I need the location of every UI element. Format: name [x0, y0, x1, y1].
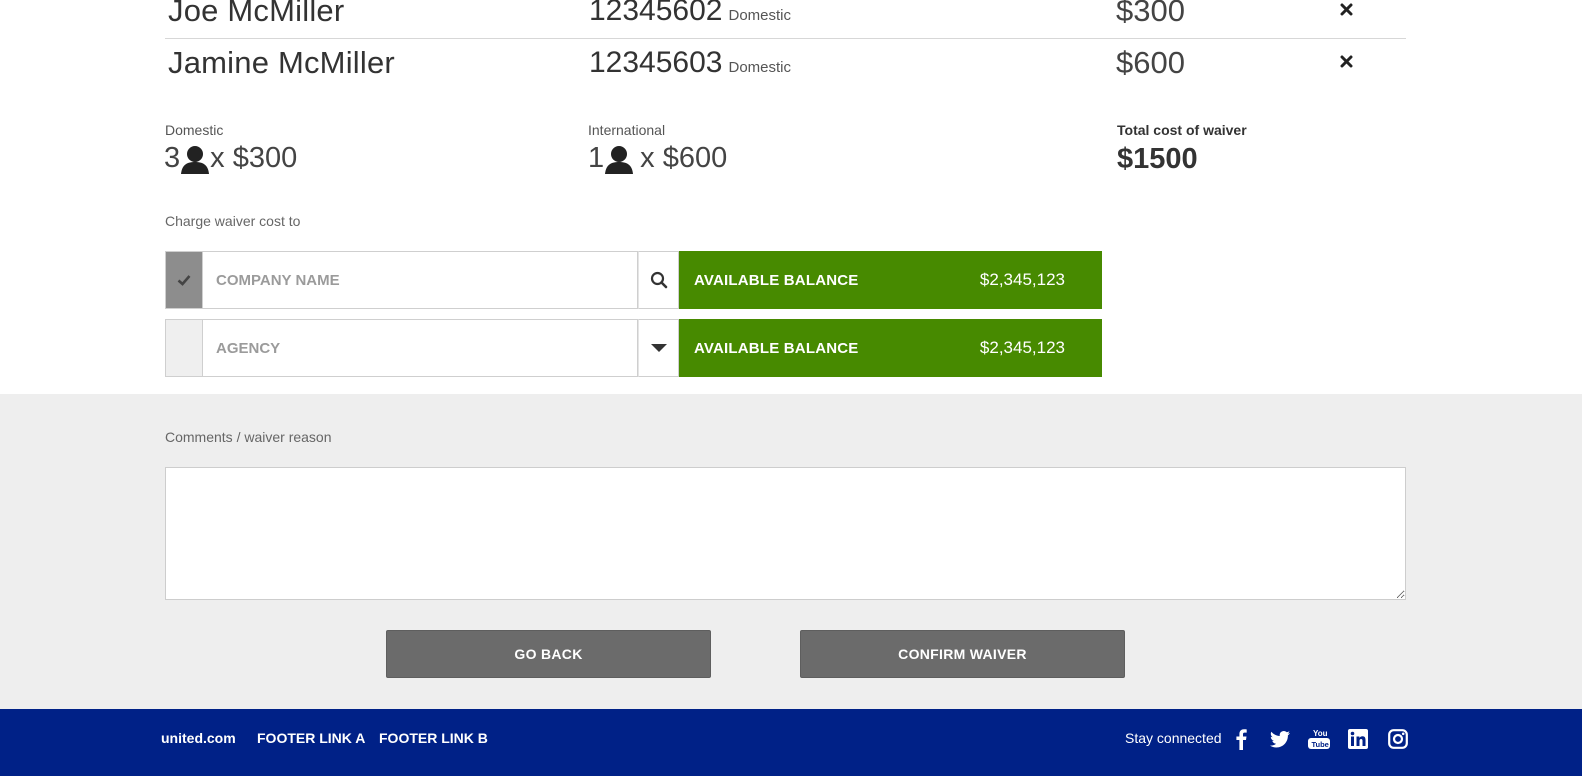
domestic-label: Domestic	[165, 122, 224, 138]
passenger-price: $300	[1116, 0, 1185, 28]
remove-passenger-button[interactable]	[1335, 50, 1357, 72]
company-name-input[interactable]	[214, 270, 637, 290]
passenger-name: Joe McMiller	[168, 0, 345, 28]
footer-link-a[interactable]: FOOTER LINK A	[257, 730, 365, 746]
balance-value: $2,345,123	[979, 338, 1065, 357]
balance-value: $2,345,123	[979, 270, 1065, 289]
domestic-count: 3	[164, 142, 181, 174]
youtube-link[interactable]: You Tube	[1307, 727, 1331, 751]
facebook-link[interactable]	[1229, 727, 1253, 751]
checkmark-icon	[177, 275, 191, 286]
footer-link-b[interactable]: FOOTER LINK B	[379, 730, 488, 746]
facebook-icon	[1236, 729, 1247, 750]
instagram-icon	[1388, 729, 1408, 749]
balance-label: AVAILABLE BALANCE	[694, 271, 859, 289]
close-icon	[1340, 3, 1352, 15]
go-back-button[interactable]: GO BACK	[386, 630, 711, 678]
svg-text:Tube: Tube	[1312, 740, 1329, 749]
stay-connected-label: Stay connected	[1125, 730, 1222, 746]
passenger-number: 12345603	[589, 46, 723, 79]
youtube-icon: You Tube	[1308, 729, 1330, 749]
twitter-icon	[1270, 730, 1290, 747]
passenger-number-group: 12345602 Domestic	[589, 0, 791, 28]
international-summary: 1 x $600	[588, 142, 727, 175]
company-search-button[interactable]	[638, 251, 679, 309]
domestic-summary: 3 x $300	[164, 142, 297, 175]
twitter-link[interactable]	[1268, 727, 1292, 751]
passenger-type: Domestic	[728, 7, 791, 24]
international-label: International	[588, 122, 666, 138]
total-cost-value: $1500	[1117, 143, 1198, 175]
linkedin-link[interactable]	[1346, 727, 1370, 751]
comments-textarea[interactable]	[165, 467, 1406, 600]
search-icon	[650, 271, 667, 289]
passenger-price: $600	[1116, 45, 1185, 80]
international-count: 1	[588, 142, 605, 174]
remove-passenger-button[interactable]	[1335, 0, 1357, 20]
passenger-name: Jamine McMiller	[168, 45, 395, 80]
agency-dropdown-button[interactable]	[638, 319, 679, 377]
row-divider	[165, 38, 1406, 39]
company-name-field[interactable]	[203, 251, 638, 309]
agency-balance: AVAILABLE BALANCE $2,345,123	[679, 319, 1102, 377]
balance-label: AVAILABLE BALANCE	[694, 339, 859, 357]
person-icon	[605, 145, 634, 174]
comments-label: Comments / waiver reason	[165, 429, 332, 445]
linkedin-icon	[1348, 729, 1368, 749]
agency-checkbox[interactable]	[165, 319, 203, 377]
company-checkbox[interactable]	[165, 251, 203, 309]
international-rate: x $600	[640, 142, 728, 174]
passenger-number-group: 12345603 Domestic	[589, 46, 791, 80]
charge-label: Charge waiver cost to	[165, 213, 301, 229]
total-cost-label: Total cost of waiver	[1117, 122, 1247, 138]
company-balance: AVAILABLE BALANCE $2,345,123	[679, 251, 1102, 309]
passenger-number: 12345602	[589, 0, 723, 27]
person-icon	[181, 145, 210, 174]
close-icon	[1340, 55, 1352, 67]
agency-field[interactable]	[203, 319, 638, 377]
footer: united.com FOOTER LINK A FOOTER LINK B S…	[0, 709, 1582, 776]
svg-text:You: You	[1313, 729, 1328, 738]
passenger-type: Domestic	[728, 59, 791, 76]
domestic-rate: x $300	[210, 142, 298, 174]
agency-input[interactable]	[214, 338, 637, 358]
instagram-link[interactable]	[1386, 727, 1410, 751]
caret-down-icon	[650, 344, 667, 352]
charge-row-agency: AVAILABLE BALANCE $2,345,123	[165, 319, 1102, 377]
confirm-waiver-button[interactable]: CONFIRM WAIVER	[800, 630, 1125, 678]
charge-row-company: AVAILABLE BALANCE $2,345,123	[165, 251, 1102, 309]
footer-link-united[interactable]: united.com	[161, 730, 236, 746]
